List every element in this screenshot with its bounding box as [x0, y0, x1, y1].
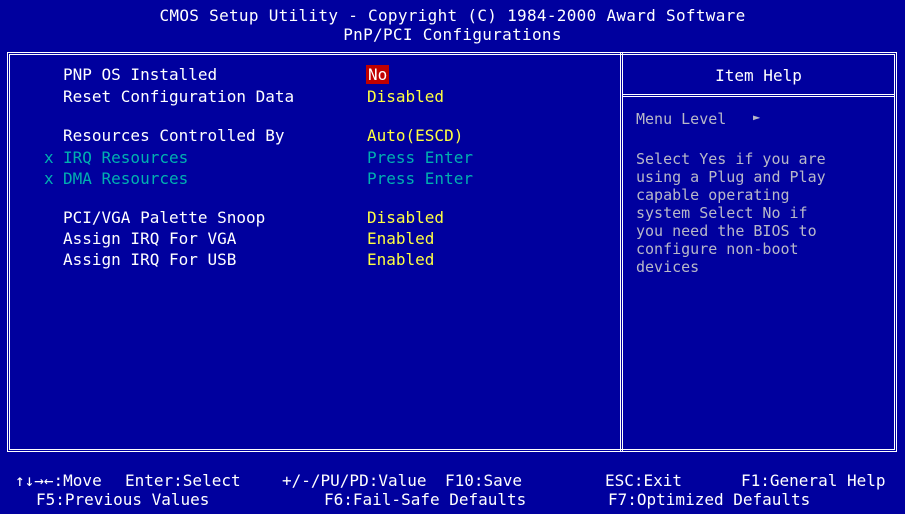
key-value: +/-/PU/PD:Value	[282, 471, 427, 490]
setting-label: Resources Controlled By	[63, 126, 285, 145]
title-bar: CMOS Setup Utility - Copyright (C) 1984-…	[0, 0, 905, 52]
menu-level-label: Menu Level	[636, 110, 727, 128]
page-title: PnP/PCI Configurations	[343, 25, 562, 44]
key-failsafe-defaults: F6:Fail-Safe Defaults	[324, 490, 527, 509]
setting-value[interactable]: Auto(ESCD)	[367, 127, 463, 145]
item-help-title: Item Help	[715, 66, 802, 85]
help-divider	[623, 94, 894, 97]
setting-value[interactable]: Enabled	[367, 251, 434, 269]
key-general-help: F1:General Help	[741, 471, 886, 490]
utility-title: CMOS Setup Utility - Copyright (C) 1984-…	[159, 6, 746, 25]
key-save: F10:Save	[445, 471, 523, 490]
selected-value[interactable]: No	[366, 65, 390, 84]
help-line: devices	[636, 258, 700, 276]
setting-label: IRQ Resources	[63, 148, 189, 167]
setting-value[interactable]: Enabled	[367, 230, 434, 248]
setting-label: Assign IRQ For VGA	[63, 229, 237, 248]
key-previous-values: F5:Previous Values	[36, 490, 210, 509]
setting-label: PCI/VGA Palette Snoop	[63, 208, 266, 227]
panel-divider	[620, 52, 623, 452]
help-text: Select Yes if you are using a Plug and P…	[636, 150, 886, 276]
unavailable-mark: x	[44, 169, 54, 188]
key-select: Enter:Select	[125, 471, 241, 490]
help-line: Select Yes if you are	[636, 150, 826, 168]
unavailable-mark: x	[44, 148, 54, 167]
help-line: system Select No if	[636, 204, 808, 222]
help-line: you need the BIOS to	[636, 222, 817, 240]
help-line: configure non-boot	[636, 240, 799, 258]
setting-value[interactable]: Disabled	[367, 88, 444, 106]
setting-value[interactable]: No	[366, 65, 390, 84]
setting-label: Reset Configuration Data	[63, 87, 295, 106]
setting-value: Press Enter	[367, 148, 473, 167]
key-move: ↑↓→←:Move	[15, 471, 102, 490]
setting-label: DMA Resources	[63, 169, 189, 188]
setting-label: PNP OS Installed	[63, 65, 218, 84]
key-optimized-defaults: F7:Optimized Defaults	[608, 490, 811, 509]
setting-value: Press Enter	[367, 169, 473, 188]
key-exit: ESC:Exit	[605, 471, 683, 490]
help-line: capable operating	[636, 186, 790, 204]
setting-value[interactable]: Disabled	[367, 209, 444, 227]
setting-label: Assign IRQ For USB	[63, 250, 237, 269]
arrow-right-icon: ►	[753, 110, 761, 124]
help-line: using a Plug and Play	[636, 168, 826, 186]
key-legend: ↑↓→←:Move Enter:Select +/-/PU/PD:Value F…	[0, 452, 905, 514]
